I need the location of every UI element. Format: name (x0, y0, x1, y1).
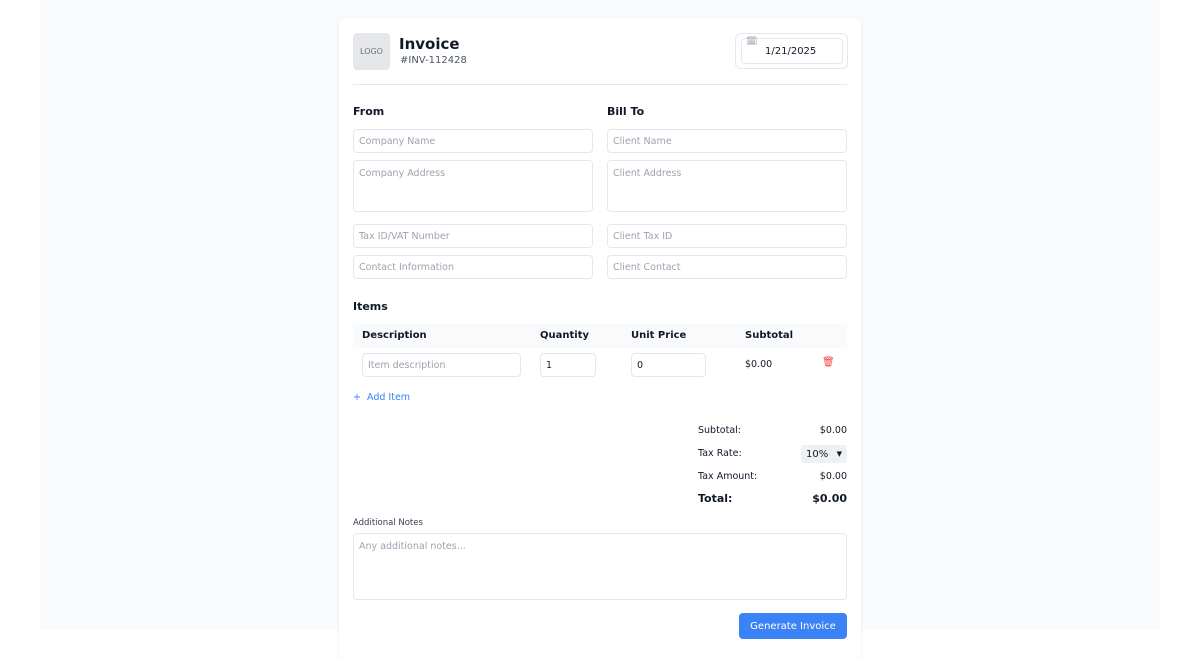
company-name-input[interactable]: Company Name (353, 129, 593, 153)
item-subtotal: $0.00 (745, 359, 772, 370)
bill-to-heading: Bill To (607, 105, 644, 118)
plus-icon: + (353, 392, 361, 403)
tax-amount-label: Tax Amount: (698, 471, 757, 482)
client-contact-input[interactable]: Client Contact (607, 255, 847, 279)
item-description-input[interactable]: Item description (362, 353, 521, 377)
client-address-input[interactable]: Client Address (607, 160, 847, 212)
item-quantity-input[interactable]: 1 (540, 353, 596, 377)
column-description: Description (362, 330, 427, 341)
tax-rate-label: Tax Rate: (698, 448, 742, 459)
page-title: Invoice (399, 35, 460, 53)
date-input[interactable]: 🗓 1/21/2025 (741, 38, 843, 64)
column-quantity: Quantity (540, 330, 589, 341)
chevron-down-icon: ▼ (837, 450, 842, 458)
divider (353, 84, 847, 85)
date-container: 🗓 1/21/2025 (735, 33, 848, 69)
column-unit-price: Unit Price (631, 330, 686, 341)
total-value: $0.00 (812, 492, 847, 505)
from-heading: From (353, 105, 384, 118)
client-name-input[interactable]: Client Name (607, 129, 847, 153)
total-label: Total: (698, 492, 732, 505)
add-item-label: Add Item (367, 392, 410, 403)
add-item-button[interactable]: + Add Item (353, 392, 410, 403)
invoice-number: #INV-112428 (400, 55, 467, 66)
calendar-icon: 🗓 (746, 37, 757, 47)
contact-input[interactable]: Contact Information (353, 255, 593, 279)
date-value: 1/21/2025 (765, 46, 816, 57)
client-tax-id-input[interactable]: Client Tax ID (607, 224, 847, 248)
tax-rate-value: 10% (806, 449, 828, 460)
invoice-card: LOGO Invoice #INV-112428 🗓 1/21/2025 From… (339, 18, 861, 658)
trash-icon[interactable]: 🗑 (822, 357, 835, 368)
notes-textarea[interactable]: Any additional notes... (353, 533, 847, 600)
subtotal-label: Subtotal: (698, 425, 741, 436)
item-unit-price-input[interactable]: 0 (631, 353, 706, 377)
generate-invoice-button[interactable]: Generate Invoice (739, 613, 847, 639)
company-address-input[interactable]: Company Address (353, 160, 593, 212)
subtotal-value: $0.00 (820, 425, 847, 436)
column-subtotal: Subtotal (745, 330, 793, 341)
logo-placeholder[interactable]: LOGO (353, 33, 390, 70)
items-heading: Items (353, 300, 388, 313)
notes-label: Additional Notes (353, 518, 423, 528)
tax-id-input[interactable]: Tax ID/VAT Number (353, 224, 593, 248)
tax-amount-value: $0.00 (820, 471, 847, 482)
tax-rate-select[interactable]: 10% ▼ (801, 445, 847, 463)
